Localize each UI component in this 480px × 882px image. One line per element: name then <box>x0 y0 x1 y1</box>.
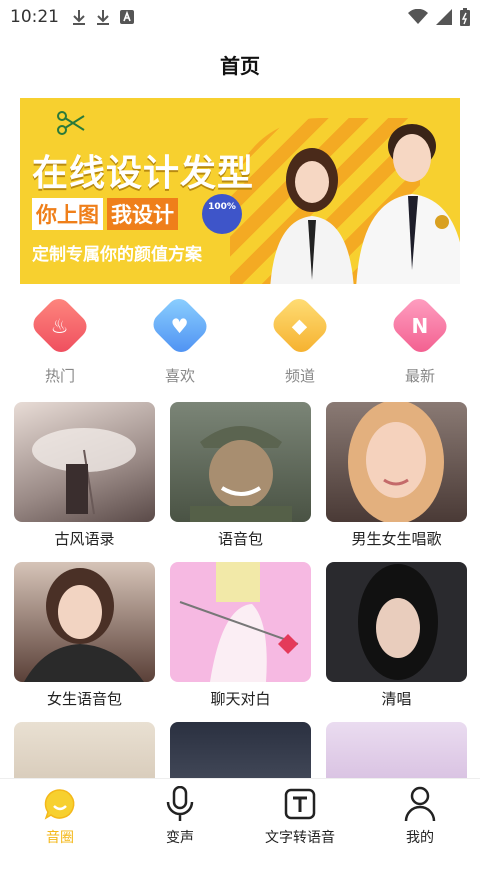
grid-item-label: 聊天对白 <box>210 690 271 708</box>
category-label: 喜欢 <box>164 367 195 385</box>
category-label: 热门 <box>44 367 75 385</box>
tab-label: 文字转语音 <box>265 830 335 846</box>
tab-label: 音圈 <box>46 830 74 846</box>
grid-item-label: 语音包 <box>217 530 263 548</box>
status-time: 10:21 <box>10 7 59 27</box>
download-icon <box>73 10 85 25</box>
girl-voice-thumbnail <box>14 562 155 682</box>
voice-pack-thumbnail <box>170 402 311 522</box>
text-t-icon <box>284 788 316 820</box>
new-badge-icon: N <box>388 294 452 357</box>
grid-item-label: 古风语录 <box>54 530 115 548</box>
tab-voice-circle[interactable]: 音圈 <box>0 779 120 852</box>
tab-mine[interactable]: 我的 <box>360 779 480 852</box>
grid-item[interactable]: 古风语录 <box>14 402 155 562</box>
bottom-tab-bar: 音圈 变声 文字转语音 我的 <box>0 778 480 852</box>
promo-banner[interactable]: 在线设计发型 你上图 我设计 100% 定制专属你的颜值方案 <box>20 98 460 284</box>
grid-item[interactable]: 语音包 <box>170 402 311 562</box>
signal-icon <box>436 9 452 25</box>
tab-label: 我的 <box>406 830 434 846</box>
tab-voice-changer[interactable]: 变声 <box>120 779 240 852</box>
grid-item-label: 清唱 <box>381 690 412 708</box>
app-a-icon <box>120 10 134 24</box>
tab-text-to-speech[interactable]: 文字转语音 <box>240 779 360 852</box>
grid-item[interactable]: 清唱 <box>326 562 467 722</box>
page-title: 首页 <box>220 54 260 78</box>
chat-dialog-thumbnail <box>170 562 311 682</box>
category-like[interactable]: ♥ 喜欢 <box>120 294 240 386</box>
heart-icon: ♥ <box>148 294 212 357</box>
banner-boy-illustration <box>356 124 460 284</box>
acapella-thumbnail <box>326 562 467 682</box>
grid-item[interactable]: 聊天对白 <box>170 562 311 722</box>
category-row: ♨ 热门 ♥ 喜欢 ◆ 频道 N 最新 <box>0 294 480 386</box>
wifi-icon <box>408 9 428 24</box>
singing-thumbnail <box>326 402 467 522</box>
category-newest[interactable]: N 最新 <box>360 294 480 386</box>
category-channel[interactable]: ◆ 频道 <box>240 294 360 386</box>
microphone-icon <box>166 786 194 821</box>
category-label: 最新 <box>404 367 435 385</box>
grid-item-label: 男生女生唱歌 <box>351 530 442 548</box>
banner-seal: 100% <box>202 194 242 234</box>
banner-tagline: 你上图 我设计 <box>32 198 178 230</box>
grid-item-label: 女生语音包 <box>46 690 122 708</box>
grid-item[interactable]: 女生语音包 <box>14 562 155 722</box>
grid-item[interactable]: 男生女生唱歌 <box>326 402 467 562</box>
banner-girl-illustration <box>270 148 354 284</box>
category-hot[interactable]: ♨ 热门 <box>0 294 120 386</box>
chat-bubble-icon <box>44 789 75 820</box>
battery-icon <box>460 8 470 26</box>
status-bar: 10:21 <box>0 0 480 34</box>
person-icon <box>404 786 436 822</box>
scissors-icon <box>57 111 85 135</box>
banner-tag-a: 你上图 <box>32 198 103 230</box>
flame-icon: ♨ <box>28 294 92 357</box>
tag-icon: ◆ <box>268 294 332 357</box>
banner-subtitle: 定制专属你的颜值方案 <box>32 245 202 265</box>
ancient-style-thumbnail <box>14 402 155 522</box>
category-label: 频道 <box>284 367 315 385</box>
download-icon <box>97 10 109 25</box>
tab-label: 变声 <box>166 830 194 846</box>
banner-headline: 在线设计发型 <box>32 153 255 194</box>
banner-tag-b: 我设计 <box>107 198 178 230</box>
